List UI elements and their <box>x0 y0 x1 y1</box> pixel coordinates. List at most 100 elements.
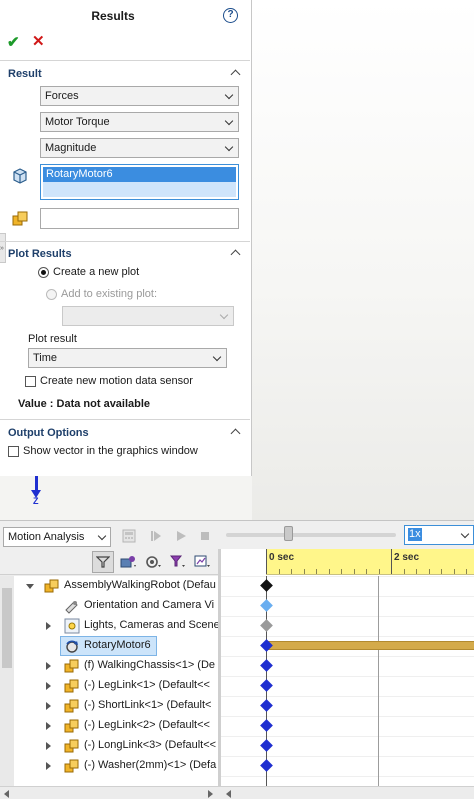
ruler-minor-tick <box>278 569 280 574</box>
results-property-manager: Results ? ✔ ✕ Result Forces Motor Torque… <box>0 0 252 476</box>
tree-row[interactable]: AssemblyWalkingRobot (Defau <box>0 576 218 596</box>
expand-right-arrow-icon[interactable] <box>46 662 51 670</box>
expand-right-arrow-icon[interactable] <box>46 682 51 690</box>
add-to-existing-plot-radio[interactable] <box>46 289 57 300</box>
tree-row[interactable]: Lights, Cameras and Scene <box>0 616 218 636</box>
key-point-diamond[interactable] <box>260 599 273 612</box>
tree-row[interactable]: (f) WalkingChassis<1> (De <box>0 656 218 676</box>
key-point-diamond[interactable] <box>260 619 273 632</box>
timeline-area[interactable] <box>221 576 474 786</box>
timeline-row-line <box>221 636 474 637</box>
tree-row[interactable]: (-) LongLink<3> (Default<< <box>0 736 218 756</box>
tree-vertical-scrollbar[interactable] <box>0 576 14 786</box>
graphics-area[interactable] <box>252 0 474 520</box>
key-point-diamond[interactable] <box>260 719 273 732</box>
stop-icon[interactable] <box>198 529 212 543</box>
timeline-row-line <box>221 656 474 657</box>
key-point-diamond[interactable] <box>260 739 273 752</box>
result-subcategory-select[interactable]: Motor Torque <box>40 112 239 132</box>
expand-right-arrow-icon[interactable] <box>46 722 51 730</box>
plot-result-select[interactable]: Time <box>28 348 227 368</box>
timeline-row-line <box>221 576 474 577</box>
tree-row[interactable]: (-) Washer(2mm)<1> (Defa <box>0 756 218 776</box>
tree-row[interactable]: Orientation and Camera Vi <box>0 596 218 616</box>
play-icon[interactable] <box>174 529 188 543</box>
create-new-plot-radio[interactable] <box>38 267 49 278</box>
tree-row[interactable]: RotaryMotor6 <box>0 636 218 656</box>
filter-results-icon[interactable] <box>170 554 186 570</box>
ruler-minor-tick <box>466 569 467 574</box>
motor-change-bar[interactable] <box>267 641 474 650</box>
chevron-down-icon <box>97 531 107 541</box>
ruler-time-label: 2 sec <box>394 552 420 563</box>
timeline-panel[interactable]: 0 sec2 sec4 sec <box>221 549 474 786</box>
side-panel-grip[interactable]: » <box>0 233 6 263</box>
scroll-right-arrow-icon[interactable] <box>208 790 213 798</box>
output-options-section-title[interactable]: Output Options <box>8 427 89 439</box>
timeline-scroll-left-arrow-icon[interactable] <box>226 790 231 798</box>
expand-right-arrow-icon[interactable] <box>46 622 51 630</box>
playback-speed-select[interactable]: 1x <box>404 525 474 545</box>
expand-down-arrow-icon[interactable] <box>26 584 34 589</box>
play-from-start-icon[interactable] <box>149 529 163 543</box>
result-section-title[interactable]: Result <box>8 68 42 80</box>
timeline-row-line <box>221 616 474 617</box>
key-point-diamond[interactable] <box>260 699 273 712</box>
collapse-plot-results-icon[interactable] <box>231 248 241 258</box>
tree-row-label: (-) LongLink<3> (Default<< <box>84 739 217 751</box>
calculate-icon[interactable] <box>122 529 136 543</box>
timeline-ruler[interactable]: 0 sec2 sec4 sec <box>266 549 474 575</box>
select-entity-icon <box>13 168 27 184</box>
tree-row[interactable]: (-) LegLink<1> (Default<< <box>0 676 218 696</box>
collapse-output-options-icon[interactable] <box>231 427 241 437</box>
chevron-down-icon <box>224 142 234 152</box>
expand-right-arrow-icon[interactable] <box>46 702 51 710</box>
plot-results-section-title[interactable]: Plot Results <box>8 248 72 260</box>
show-vector-label[interactable]: Show vector in the graphics window <box>23 445 198 457</box>
expand-right-arrow-icon[interactable] <box>46 762 51 770</box>
results-plot-icon[interactable] <box>194 554 210 570</box>
ok-checkmark-icon[interactable]: ✔ <box>7 33 20 51</box>
key-point-diamond[interactable] <box>260 659 273 672</box>
playback-slider-track[interactable] <box>226 533 396 537</box>
tree-row[interactable]: (-) ShortLink<1> (Default< <box>0 696 218 716</box>
reference-component-icon <box>12 211 28 226</box>
horizontal-scrollbar[interactable] <box>0 786 474 799</box>
selected-entity-empty-row[interactable] <box>43 182 236 197</box>
filter-selected-icon[interactable] <box>145 554 161 570</box>
result-subcategory-value: Motor Torque <box>45 116 110 128</box>
existing-plot-select[interactable] <box>62 306 234 326</box>
filter-driving-icon[interactable] <box>120 554 136 570</box>
result-component-select[interactable]: Magnitude <box>40 138 239 158</box>
show-vector-checkbox[interactable] <box>8 446 19 457</box>
chevron-down-icon <box>224 116 234 126</box>
divider <box>0 60 250 61</box>
ruler-minor-tick <box>453 569 455 574</box>
create-new-plot-label[interactable]: Create a new plot <box>53 266 139 278</box>
filter-animation-button[interactable] <box>92 551 114 573</box>
scroll-left-arrow-icon[interactable] <box>4 790 9 798</box>
key-point-diamond[interactable] <box>260 679 273 692</box>
triad-z-label: Z <box>33 496 39 506</box>
result-category-value: Forces <box>45 90 79 102</box>
timeline-row-line <box>221 736 474 737</box>
tree-scroll-thumb[interactable] <box>2 588 12 668</box>
create-sensor-checkbox[interactable] <box>25 376 36 387</box>
reference-component-field[interactable] <box>40 208 239 229</box>
tree-row[interactable]: (-) LegLink<2> (Default<< <box>0 716 218 736</box>
result-category-select[interactable]: Forces <box>40 86 239 106</box>
divider <box>0 419 250 420</box>
key-point-diamond[interactable] <box>260 759 273 772</box>
expand-right-arrow-icon[interactable] <box>46 742 51 750</box>
selected-entity-item[interactable]: RotaryMotor6 <box>43 167 236 182</box>
key-point-diamond[interactable] <box>260 579 273 592</box>
selected-entity-listbox[interactable]: RotaryMotor6 <box>40 164 239 200</box>
part-icon <box>64 699 79 713</box>
create-sensor-label[interactable]: Create new motion data sensor <box>40 375 193 387</box>
playback-slider-thumb[interactable] <box>284 526 293 541</box>
help-icon[interactable]: ? <box>223 8 238 23</box>
camera-icon <box>65 601 78 614</box>
cancel-x-icon[interactable]: ✕ <box>32 32 45 50</box>
collapse-result-icon[interactable] <box>231 68 241 78</box>
study-type-select[interactable]: Motion Analysis <box>3 527 111 547</box>
